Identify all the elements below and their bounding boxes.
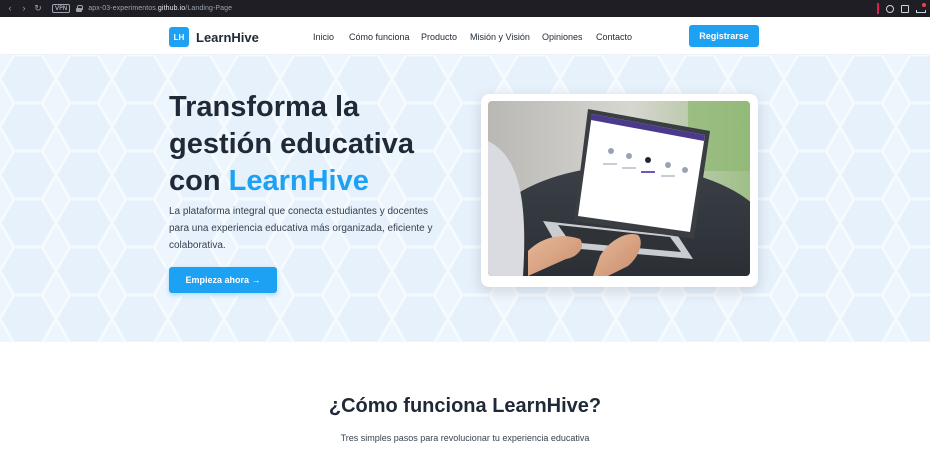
laptop-photo: [488, 101, 750, 276]
nav-como-funciona[interactable]: Cómo funciona: [349, 32, 410, 42]
nav-contacto[interactable]: Contacto: [596, 32, 632, 42]
shield-icon[interactable]: [901, 4, 909, 13]
recording-indicator: [877, 3, 879, 14]
reload-icon[interactable]: ↻: [34, 0, 42, 17]
browser-actions: [877, 0, 926, 17]
browser-bar: ‹ › ↻ VPN apx-03-experimentos.github.io/…: [0, 0, 930, 17]
download-icon[interactable]: [916, 2, 926, 13]
url-domain: github.io: [157, 5, 186, 12]
hero-description: La plataforma integral que conecta estud…: [169, 206, 433, 251]
nav-mision-vision[interactable]: Misión y Visión: [470, 32, 530, 42]
hero-title-line2: gestión educativa: [169, 128, 414, 160]
notification-dot: [922, 2, 926, 7]
url-prefix: apx-03-experimentos.: [88, 5, 158, 12]
section-subtitle: Tres simples pasos para revolucionar tu …: [340, 433, 590, 443]
hero-section: Transforma la gestión educativa con Lear…: [0, 55, 930, 342]
hero-title-accent: LearnHive: [228, 165, 369, 197]
back-icon[interactable]: ‹: [6, 0, 14, 17]
vpn-badge[interactable]: VPN: [52, 4, 71, 13]
section-title: ¿Cómo funciona LearnHive?: [328, 395, 602, 417]
site-header: LH LearnHive Inicio Cómo funciona Produc…: [0, 17, 930, 55]
brand-name[interactable]: LearnHive: [196, 30, 259, 45]
url-path: /Landing-Page: [185, 5, 233, 12]
logo-badge[interactable]: LH: [169, 27, 189, 47]
get-started-button[interactable]: Empieza ahora →: [169, 267, 277, 293]
nav-opiniones[interactable]: Opiniones: [542, 32, 583, 42]
hero-title: Transforma la gestión educativa con Lear…: [169, 89, 489, 200]
nav-producto[interactable]: Producto: [421, 32, 457, 42]
browser-nav: ‹ › ↻: [0, 0, 42, 17]
nav-inicio[interactable]: Inicio: [313, 32, 334, 42]
hero-image-card: [481, 94, 758, 287]
address-bar[interactable]: apx-03-experimentos.github.io/Landing-Pa…: [88, 5, 232, 12]
hero-title-line1: Transforma la: [169, 91, 360, 123]
hero-title-line3: con: [169, 165, 229, 197]
lock-icon: [76, 5, 84, 12]
register-button[interactable]: Registrarse: [689, 25, 759, 47]
forward-icon[interactable]: ›: [20, 0, 28, 17]
extensions-icon[interactable]: [886, 4, 894, 13]
